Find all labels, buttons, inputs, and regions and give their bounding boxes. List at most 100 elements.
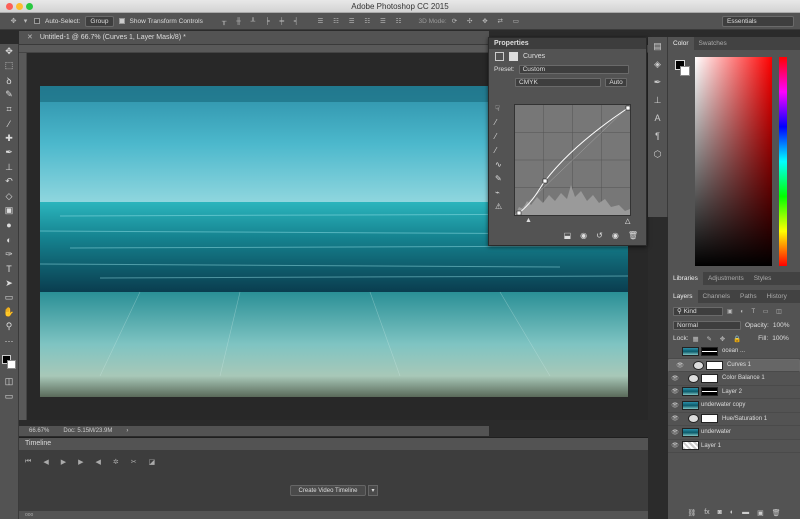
eraser-tool-icon[interactable]: ◇ [0,189,18,204]
curves-graph[interactable] [514,104,631,216]
visibility-eye-icon[interactable]: 👁 [668,375,682,382]
workspace-select[interactable]: Essentials [722,15,794,27]
blend-mode-select[interactable]: Normal [673,321,741,330]
black-point-eyedropper-icon[interactable]: ⁄ [495,118,507,127]
next-frame-icon[interactable]: ▶ [78,458,83,466]
color-swatch-icon[interactable] [0,349,18,375]
filter-icons[interactable]: ▣ ◐ T ▭ ◫ [727,308,785,315]
layer-row[interactable]: ocean ... [668,345,800,359]
marquee-tool-icon[interactable]: ⬚ [0,59,18,74]
status-menu-icon[interactable]: › [126,426,128,436]
clip-to-layer-icon[interactable]: ⬓ [564,231,572,240]
zoom-tool-icon[interactable]: ⚲ [0,320,18,335]
paragraph-panel-icon[interactable]: ¶ [648,127,667,145]
channel-select[interactable]: CMYK [515,78,601,87]
gray-point-eyedropper-icon[interactable]: ⁄ [495,132,507,141]
black-slider-icon[interactable]: ▲ [525,217,532,224]
layer-row[interactable]: 👁 Layer 2 [668,386,800,399]
character-panel-icon[interactable]: A [648,109,667,127]
visibility-eye-icon[interactable]: 👁 [668,402,682,409]
clone-panel-icon[interactable]: ⊥ [648,91,667,109]
transition-icon[interactable]: ◪ [149,458,156,466]
tab-styles[interactable]: Styles [749,272,777,285]
quick-mask-icon[interactable]: ◫ [0,375,18,390]
tab-libraries[interactable]: Libraries [668,272,703,285]
pencil-icon[interactable]: ✎ [495,174,507,183]
type-tool-icon[interactable]: T [0,262,18,277]
path-select-icon[interactable]: ➤ [0,276,18,291]
clipping-warning-icon[interactable]: ⚠ [495,202,507,211]
delete-layer-icon[interactable]: 🗑 [772,509,781,519]
trash-icon[interactable]: 🗑 [628,231,638,240]
white-slider-icon[interactable]: △ [625,217,630,225]
white-point-eyedropper-icon[interactable]: ⁄ [495,146,507,155]
brush-panel-icon[interactable]: ✒ [648,73,667,91]
crop-tool-icon[interactable]: ⌗ [0,102,18,117]
properties-tab[interactable]: Properties [489,38,646,49]
group-select[interactable]: Group [85,15,114,27]
tab-swatches[interactable]: Swatches [694,37,732,50]
close-tab-icon[interactable]: ✕ [27,34,33,41]
layer-mask-thumbnail[interactable] [706,360,723,370]
visibility-eye-icon[interactable]: 👁 [668,415,682,422]
quick-select-tool-icon[interactable]: ✎ [0,88,18,103]
layer-mask-thumbnail[interactable] [701,387,718,397]
create-video-timeline-button[interactable]: Create Video Timeline [290,485,366,496]
3d-panel-icon[interactable]: ⬡ [648,145,667,163]
tab-color[interactable]: Color [668,37,694,50]
link-layers-icon[interactable]: ⛓ [687,509,696,519]
new-group-icon[interactable]: ▬ [742,509,749,519]
timeline-tab[interactable]: Timeline [19,438,648,450]
shape-tool-icon[interactable]: ▭ [0,291,18,306]
layer-mask-thumbnail[interactable] [701,414,718,424]
preset-select[interactable]: Custom [518,65,629,74]
minimize-window-button[interactable] [16,3,23,10]
background-color-swatch[interactable] [680,66,690,76]
hue-slider[interactable] [779,57,787,266]
auto-button[interactable]: Auto [605,78,627,87]
mask-icon[interactable] [509,51,518,61]
3d-tools-icons[interactable]: ⟳ ✣ ✥ ⇄ ▭ [452,17,523,25]
adjustments-panel-icon[interactable]: ◈ [648,55,667,73]
target-adjust-icon[interactable]: ☟ [495,104,507,113]
properties-panel-icon[interactable]: ▤ [648,37,667,55]
tab-layers[interactable]: Layers [668,290,698,303]
layer-mask-thumbnail[interactable] [701,346,718,356]
lock-icons[interactable]: ▦ ✎ ✥ 🔒 [693,335,745,343]
move-tool-icon[interactable]: ✥ [0,44,18,59]
healing-tool-icon[interactable]: ✚ [0,131,18,146]
play-icon[interactable]: ▶ [61,458,66,466]
zoom-readout[interactable]: 66.67% [29,426,49,436]
new-layer-icon[interactable]: ▣ [757,509,764,519]
stamp-tool-icon[interactable]: ⊥ [0,160,18,175]
visibility-eye-icon[interactable]: 👁 [668,442,682,449]
gradient-tool-icon[interactable]: ▣ [0,204,18,219]
layer-row[interactable]: 👁 Curves 1 [668,358,800,372]
opacity-value[interactable]: 100% [773,322,790,329]
distribute-icons[interactable]: ☰ ☷ ☰ ☷ ☰ ☷ [318,17,406,25]
document-tab[interactable]: ✕ Untitled-1 @ 66.7% (Curves 1, Layer Ma… [19,31,489,45]
add-mask-icon[interactable]: ◙ [718,509,722,519]
history-brush-icon[interactable]: ↶ [0,175,18,190]
fill-value[interactable]: 100% [772,335,789,342]
layer-row[interactable]: 👁 underwater copy [668,399,800,413]
visibility-eye-icon[interactable]: 👁 [668,388,682,395]
pen-tool-icon[interactable]: ✑ [0,247,18,262]
first-frame-icon[interactable]: ⏮ [25,458,31,466]
layer-row[interactable]: 👁 Hue/Saturation 1 [668,413,800,426]
brush-tool-icon[interactable]: ✒ [0,146,18,161]
tab-history[interactable]: History [762,290,792,303]
split-icon[interactable]: ✂ [131,458,137,466]
show-transform-checkbox[interactable] [118,18,125,24]
fx-icon[interactable]: fx [704,509,709,519]
tab-paths[interactable]: Paths [735,290,762,303]
settings-icon[interactable]: ✲ [113,458,119,466]
hand-tool-icon[interactable]: ✋ [0,305,18,320]
dodge-tool-icon[interactable]: ◐ [0,233,18,248]
chevron-down-icon[interactable]: ▾ [22,18,29,25]
audio-icon[interactable]: ◀ [95,458,100,466]
lasso-tool-icon[interactable]: ꝺ [0,73,18,88]
screen-mode-icon[interactable]: ▭ [0,389,18,404]
layer-row[interactable]: 👁 Layer 1 [668,440,800,453]
smooth-icon[interactable]: ⌁ [495,188,507,197]
